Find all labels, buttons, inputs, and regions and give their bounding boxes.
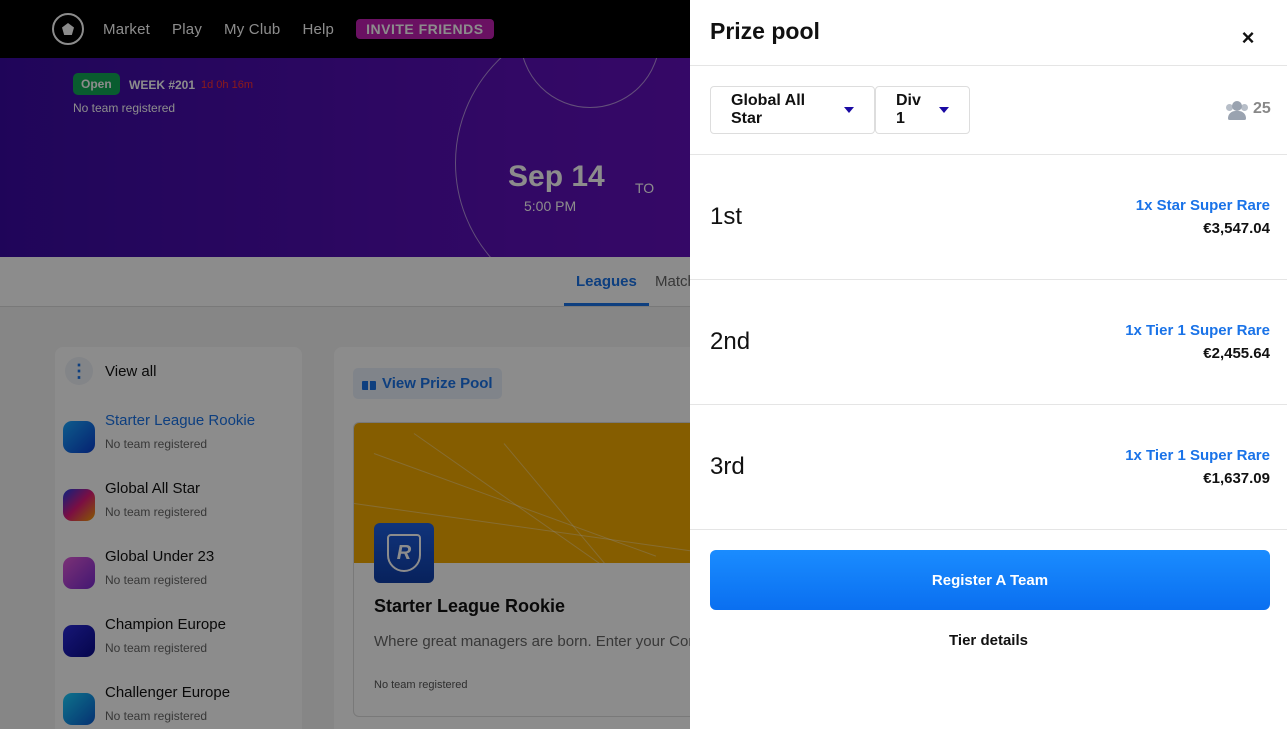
prize-row: 2nd 1x Tier 1 Super Rare €2,455.64 [690, 280, 1287, 405]
prize-rank: 2nd [710, 328, 751, 355]
prize-row: 1st 1x Star Super Rare €3,547.04 [690, 155, 1287, 280]
prize-card-reward[interactable]: 1x Tier 1 Super Rare [1125, 322, 1270, 339]
prize-card-reward[interactable]: 1x Star Super Rare [1136, 197, 1270, 214]
caret-down-icon [939, 107, 949, 113]
caret-down-icon [844, 107, 854, 113]
prize-rank: 3rd [710, 453, 745, 480]
register-team-button[interactable]: Register A Team [710, 550, 1270, 610]
tier-details-link[interactable]: Tier details [690, 632, 1287, 649]
divider [690, 529, 1287, 530]
prize-rank: 1st [710, 203, 743, 230]
prize-pool-panel: Prize pool × Global All Star Div 1 25 1s… [690, 0, 1287, 729]
league-select[interactable]: Global All Star [710, 86, 875, 134]
prize-amount: €3,547.04 [1203, 220, 1270, 237]
participants-count: 25 [1226, 100, 1271, 120]
prize-row: 3rd 1x Tier 1 Super Rare €1,637.09 [690, 405, 1287, 530]
modal-backdrop[interactable] [0, 0, 690, 729]
division-select[interactable]: Div 1 [875, 86, 970, 134]
division-select-value: Div 1 [896, 92, 921, 127]
prize-amount: €1,637.09 [1203, 470, 1270, 487]
league-select-value: Global All Star [731, 92, 806, 127]
participants-value: 25 [1253, 100, 1271, 117]
prize-card-reward[interactable]: 1x Tier 1 Super Rare [1125, 447, 1270, 464]
prize-amount: €2,455.64 [1203, 345, 1270, 362]
divider [690, 65, 1287, 66]
users-icon [1226, 100, 1248, 120]
panel-title: Prize pool [710, 18, 820, 44]
close-icon[interactable]: × [1238, 27, 1258, 49]
